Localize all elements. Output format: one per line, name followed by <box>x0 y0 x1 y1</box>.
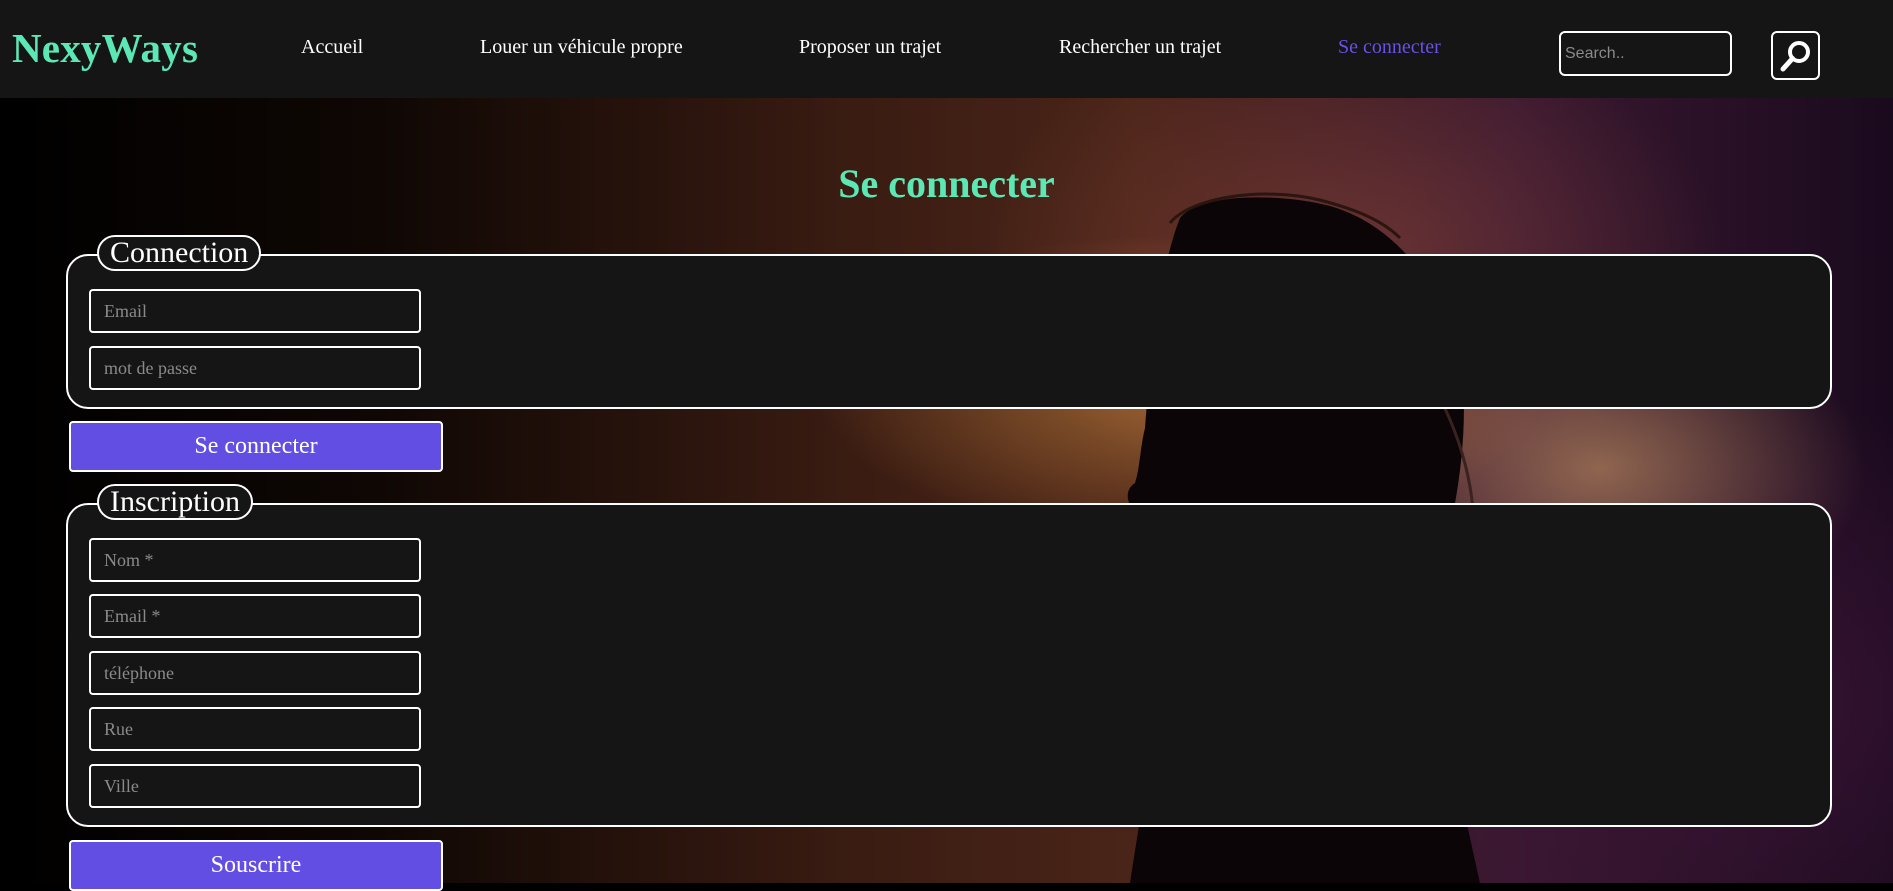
nav-link-rechercher-trajet[interactable]: Rechercher un trajet <box>1059 36 1221 59</box>
login-email-field[interactable] <box>89 289 421 333</box>
search-input[interactable] <box>1559 31 1732 76</box>
signup-email-field[interactable] <box>89 594 421 638</box>
signup-city-field[interactable] <box>89 764 421 808</box>
signup-fieldset: Inscription <box>66 484 1832 827</box>
brand-logo[interactable]: NexyWays <box>12 24 198 72</box>
signup-submit-button[interactable]: Souscrire <box>69 840 443 891</box>
login-submit-button[interactable]: Se connecter <box>69 421 443 472</box>
login-fieldset: Connection <box>66 235 1832 409</box>
nav-link-proposer-trajet[interactable]: Proposer un trajet <box>799 36 941 59</box>
login-legend: Connection <box>97 235 262 271</box>
navbar: NexyWays Accueil Louer un véhicule propr… <box>0 0 1893 98</box>
signup-street-field[interactable] <box>89 707 421 751</box>
signup-legend: Inscription <box>97 484 253 520</box>
signup-phone-field[interactable] <box>89 651 421 695</box>
search-icon <box>1780 40 1810 71</box>
search-button[interactable] <box>1771 31 1820 80</box>
nav-link-se-connecter[interactable]: Se connecter <box>1338 36 1441 59</box>
page-title: Se connecter <box>838 161 1055 206</box>
nav-link-louer-vehicule[interactable]: Louer un véhicule propre <box>480 36 683 59</box>
nav-link-accueil[interactable]: Accueil <box>301 36 363 59</box>
signup-name-field[interactable] <box>89 538 421 582</box>
login-password-field[interactable] <box>89 346 421 390</box>
